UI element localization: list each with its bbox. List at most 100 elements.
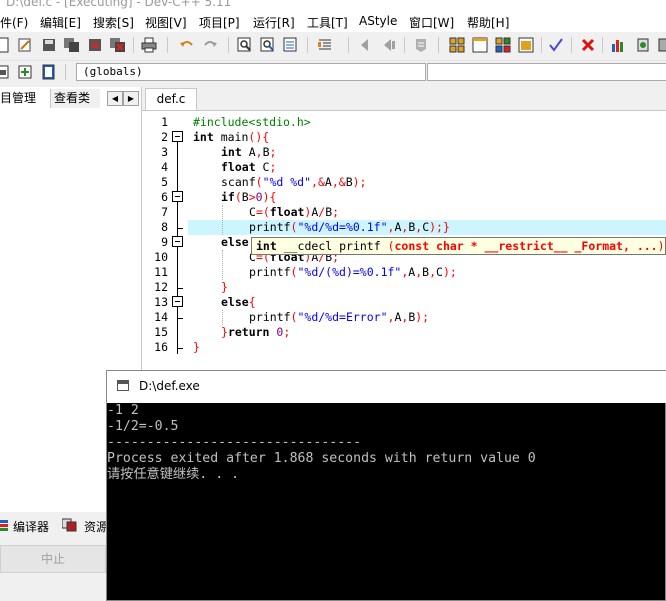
code-token: int xyxy=(193,130,214,144)
line-number: 6 xyxy=(161,190,168,204)
console-line: 请按任意键继续. . . xyxy=(107,467,240,482)
menu-search[interactable]: 搜索[S] xyxy=(93,14,134,31)
toolbar-separator xyxy=(167,37,168,53)
code-token: ; xyxy=(269,145,277,159)
new-class-icon[interactable] xyxy=(0,63,12,81)
unindent-icon[interactable] xyxy=(357,36,375,54)
goto-line-icon[interactable] xyxy=(282,36,300,54)
code-token: int xyxy=(221,145,242,159)
console-window[interactable] xyxy=(106,370,666,601)
code-token: A xyxy=(324,175,332,189)
indent-icon[interactable] xyxy=(316,36,334,54)
menu-project[interactable]: 项目[P] xyxy=(199,14,240,31)
stop-icon[interactable] xyxy=(579,36,597,54)
run-icon[interactable] xyxy=(471,36,489,54)
open-file-icon[interactable] xyxy=(16,36,34,54)
code-token: 0 xyxy=(269,325,284,339)
code-token: C xyxy=(249,205,256,219)
new-file-icon[interactable] xyxy=(0,36,12,54)
code-token: > xyxy=(248,190,256,204)
tab-compiler[interactable]: 编译器 xyxy=(13,518,49,535)
save-icon[interactable] xyxy=(40,36,58,54)
close-file-icon[interactable] xyxy=(86,36,104,54)
line-number: 12 xyxy=(154,280,168,294)
code-line-16: } xyxy=(193,340,200,355)
fold-line xyxy=(177,142,178,354)
tab-classes[interactable]: 查看类 xyxy=(50,89,100,108)
find-icon[interactable] xyxy=(236,36,254,54)
menu-window[interactable]: 窗口[W] xyxy=(409,14,454,31)
line-number: 3 xyxy=(161,145,168,159)
code-line-13: else{ xyxy=(221,295,256,310)
tooltip-args: const char * __restrict__ _Format, ... xyxy=(394,239,658,253)
code-token: else xyxy=(221,235,249,249)
code-token: 0 xyxy=(255,190,263,204)
code-token: return xyxy=(227,325,270,339)
menu-edit[interactable]: 编辑[E] xyxy=(40,14,81,31)
undo-icon[interactable] xyxy=(178,36,196,54)
code-token: ){ xyxy=(262,190,277,204)
line-number: 15 xyxy=(154,325,168,339)
print-icon[interactable] xyxy=(140,36,158,54)
menu-file[interactable]: 件(F) xyxy=(0,14,28,31)
code-token: B xyxy=(241,190,249,204)
code-token: float xyxy=(269,205,305,219)
tab-def-c[interactable]: def.c xyxy=(145,88,197,110)
code-token: } xyxy=(221,325,228,339)
line-number: 14 xyxy=(154,310,168,324)
menu-astyle[interactable]: AStyle xyxy=(359,14,397,28)
code-token: float xyxy=(221,160,256,174)
code-token: ); xyxy=(415,310,430,324)
tab-prev-button[interactable]: ◀ xyxy=(107,91,123,106)
bookmark-doc-icon[interactable] xyxy=(40,63,58,81)
check-icon[interactable] xyxy=(547,36,565,54)
code-token: (){ xyxy=(248,130,270,144)
menu-run[interactable]: 运行[R] xyxy=(253,14,295,31)
replace-icon[interactable] xyxy=(259,36,277,54)
debug-icon[interactable] xyxy=(634,36,652,54)
fold-toggle-icon[interactable] xyxy=(172,191,183,202)
compile-run-icon[interactable] xyxy=(494,36,512,54)
fold-toggle-icon[interactable] xyxy=(172,131,183,142)
toolbar-separator xyxy=(541,37,542,53)
line-number: 4 xyxy=(161,160,168,174)
tab-next-button[interactable]: ▶ xyxy=(123,91,139,106)
comment-icon[interactable] xyxy=(412,36,430,54)
profile-icon[interactable] xyxy=(609,36,627,54)
console-title-bar: D:\def.exe xyxy=(107,371,666,403)
close-all-icon[interactable] xyxy=(109,36,127,54)
add-to-project-icon[interactable] xyxy=(17,63,35,81)
console-app-icon xyxy=(117,380,129,391)
line-number: 1 xyxy=(161,115,168,129)
fold-toggle-icon[interactable] xyxy=(172,296,183,307)
function-select[interactable] xyxy=(427,63,666,81)
code-token: "%d/(%d)=%0.1f" xyxy=(297,265,402,279)
code-token: C xyxy=(436,265,443,279)
rebuild-icon[interactable] xyxy=(517,36,535,54)
bookmark-icon[interactable] xyxy=(380,36,398,54)
scope-select[interactable]: (globals) xyxy=(76,63,426,81)
line-number: 11 xyxy=(154,265,168,279)
code-token: #include<stdio.h> xyxy=(193,115,311,129)
fold-toggle-icon[interactable] xyxy=(172,236,183,247)
save-all-icon[interactable] xyxy=(63,36,81,54)
redo-icon[interactable] xyxy=(201,36,219,54)
indent-guide xyxy=(222,310,223,325)
tooltip-paren: ) xyxy=(657,239,665,253)
abort-button[interactable]: 中止 xyxy=(0,545,106,573)
compile-icon[interactable] xyxy=(448,36,466,54)
line-number: 2 xyxy=(161,130,168,144)
main-toolbar xyxy=(0,32,666,61)
fold-end xyxy=(177,288,183,289)
tab-resources[interactable]: 资源 xyxy=(84,518,108,535)
menu-view[interactable]: 视图[V] xyxy=(145,14,187,31)
tab-project[interactable]: 目管理 xyxy=(0,89,48,108)
compiler-icon xyxy=(0,518,10,532)
menu-tools[interactable]: 工具[T] xyxy=(307,14,348,31)
menu-help[interactable]: 帮助[H] xyxy=(467,14,509,31)
code-token: ,& xyxy=(331,175,346,189)
debug-icon-2[interactable] xyxy=(656,36,666,54)
indent-guide xyxy=(222,205,223,235)
code-line-1: #include<stdio.h> xyxy=(193,115,311,130)
menu-bar: 件(F) 编辑[E] 搜索[S] 视图[V] 项目[P] 运行[R] 工具[T]… xyxy=(0,12,666,32)
